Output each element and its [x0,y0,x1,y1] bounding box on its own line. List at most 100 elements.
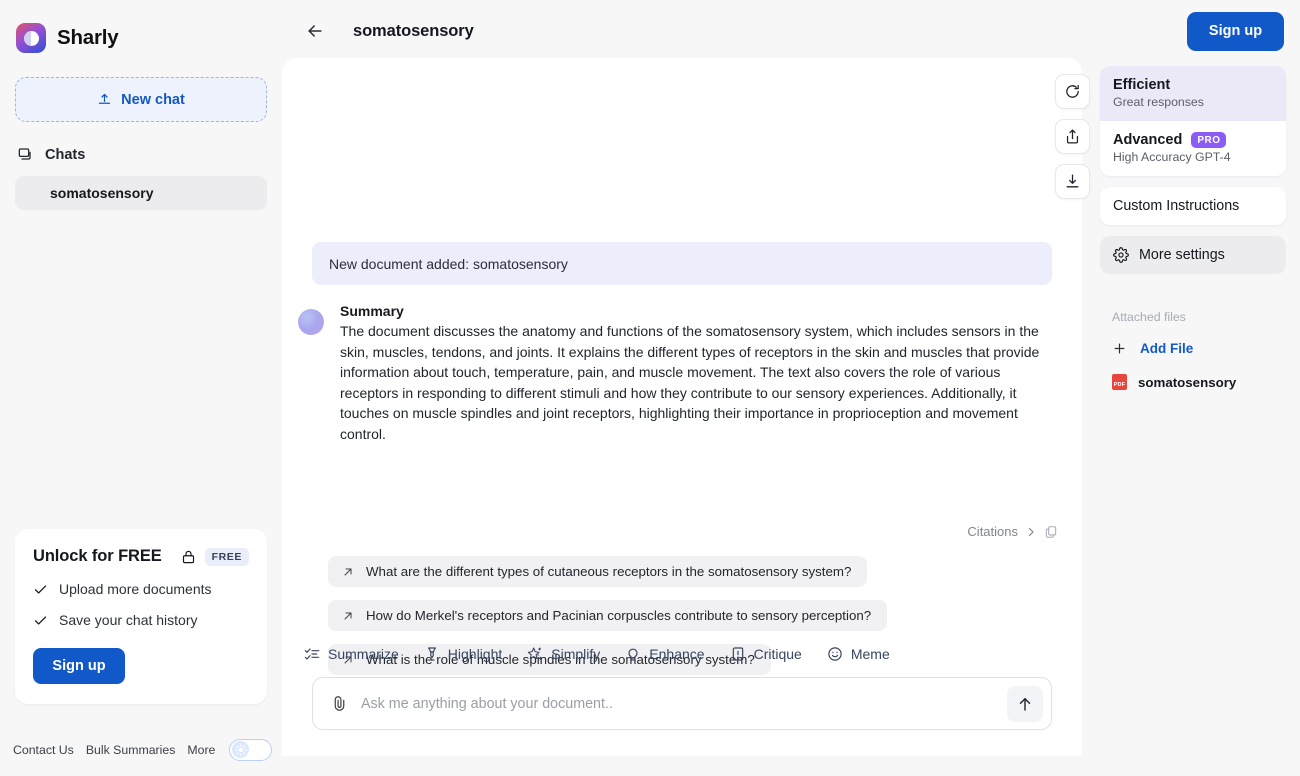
message-tools [1055,74,1090,199]
custom-instructions-button[interactable]: Custom Instructions [1100,187,1286,225]
avatar [298,309,324,335]
chat-panel: New document added: somatosensory Summar… [282,58,1082,756]
free-badge: FREE [204,547,249,566]
more-settings-button[interactable]: More settings [1100,236,1286,274]
brand: Sharly [0,0,282,58]
page-title: somatosensory [353,21,474,40]
promo-feature-label: Save your chat history [59,612,198,628]
system-banner-label: New document added: somatosensory [329,255,568,272]
model-sub: Great responses [1113,95,1204,109]
suggestion-label: What are the different types of cutaneou… [366,564,852,579]
lock-icon [181,549,196,565]
quick-actions-toolbar: Summarize Highlight Simplify Enhance Cri… [304,646,890,662]
theme-toggle[interactable] [229,738,273,761]
footer-link-more[interactable]: More [187,743,215,757]
promo-feature-label: Upload more documents [59,581,212,597]
action-critique[interactable]: Critique [730,646,802,662]
share-button[interactable] [1055,119,1090,154]
sidebar-footer: Contact Us Bulk Summaries More [0,704,282,776]
check-icon [33,582,48,597]
copy-icon[interactable] [1044,525,1058,539]
right-rail: Efficient Great responses Advanced PRO H… [1100,66,1286,390]
chats-header: Chats [18,145,282,165]
model-name: Efficient [1113,77,1171,93]
signup-button[interactable]: Sign up [1187,11,1284,51]
back-button[interactable] [298,14,332,48]
add-file-button[interactable]: Add File [1112,341,1286,356]
smiley-icon [827,646,843,662]
custom-instructions-label: Custom Instructions [1113,198,1240,214]
arrow-up-icon [1016,695,1034,713]
chat-item-label: somatosensory [50,185,154,201]
action-label: Meme [850,646,890,662]
download-icon [1064,173,1081,190]
message-title: Summary [340,303,404,319]
model-name: Advanced [1113,132,1183,148]
model-option-advanced[interactable]: Advanced PRO High Accuracy GPT-4 [1100,121,1286,176]
paperclip-icon[interactable] [327,695,351,712]
message-text: The document discusses the anatomy and f… [340,323,1040,442]
action-meme[interactable]: Meme [827,646,890,662]
citations-button[interactable]: Citations [967,524,1058,539]
chat-input[interactable] [361,695,1007,712]
action-label: Critique [753,646,802,662]
attached-files-title: Attached files [1112,310,1186,324]
promo-feature-row: Save your chat history [33,612,249,628]
suggestion-chip[interactable]: What are the different types of cutaneou… [328,556,868,587]
action-summarize[interactable]: Summarize [304,646,399,662]
arrow-left-icon [305,21,325,41]
chevron-right-icon [1025,526,1037,538]
action-label: Simplify [551,646,601,662]
model-sub: High Accuracy GPT-4 [1113,150,1231,164]
upgrade-promo-card: Unlock for FREE FREE Upload more documen… [15,529,267,704]
action-label: Highlight [447,646,503,662]
arrow-up-right-icon [342,610,354,622]
model-option-efficient[interactable]: Efficient Great responses [1100,66,1286,121]
action-label: Summarize [328,646,399,662]
new-chat-label: New chat [121,91,185,108]
sparkle-star-icon [527,646,543,662]
new-chat-button[interactable]: New chat [15,77,267,122]
footer-link-contact-us[interactable]: Contact Us [13,743,74,757]
action-label: Enhance [649,646,705,662]
checklist-icon [304,646,320,662]
send-button[interactable] [1007,685,1043,722]
main-area: somatosensory Sign up New document added… [282,0,1300,776]
footer-link-bulk-summaries[interactable]: Bulk Summaries [86,743,176,757]
add-file-label: Add File [1140,341,1194,356]
upload-icon [97,92,112,107]
message-body: Summary The document discusses the anato… [340,303,1058,445]
plus-icon [1112,341,1127,356]
sun-icon [232,741,250,758]
chats-header-label: Chats [45,147,86,163]
arrow-up-right-icon [342,566,354,578]
download-button[interactable] [1055,164,1090,199]
action-simplify[interactable]: Simplify [527,646,600,662]
model-selector: Efficient Great responses Advanced PRO H… [1100,66,1286,176]
top-bar: somatosensory Sign up [282,0,1300,62]
promo-header: Unlock for FREE FREE [33,547,249,566]
refresh-icon [1064,83,1081,100]
regenerate-button[interactable] [1055,74,1090,109]
citations-label: Citations [967,524,1018,539]
lightbulb-icon [625,646,641,662]
sharly-logo-icon [16,23,46,53]
action-highlight[interactable]: Highlight [424,646,502,662]
promo-title: Unlock for FREE [33,547,162,565]
attached-file-item[interactable]: PDF somatosensory [1112,374,1286,390]
suggestion-label: How do Merkel's receptors and Pacinian c… [366,608,872,623]
attached-file-label: somatosensory [1138,374,1237,390]
action-enhance[interactable]: Enhance [625,646,705,662]
app-root: Sharly New chat Chats somatosensory Unlo… [0,0,1300,776]
sidebar-chat-item-somatosensory[interactable]: somatosensory [15,176,267,210]
pro-badge: PRO [1191,132,1227,148]
promo-feature-row: Upload more documents [33,581,249,597]
share-icon [1064,128,1081,145]
highlighter-icon [424,646,440,662]
sidebar: Sharly New chat Chats somatosensory Unlo… [0,0,282,776]
system-banner: New document added: somatosensory [312,242,1052,285]
suggestion-chip[interactable]: How do Merkel's receptors and Pacinian c… [328,600,888,631]
more-settings-label: More settings [1139,247,1225,263]
promo-signup-button[interactable]: Sign up [33,648,125,684]
